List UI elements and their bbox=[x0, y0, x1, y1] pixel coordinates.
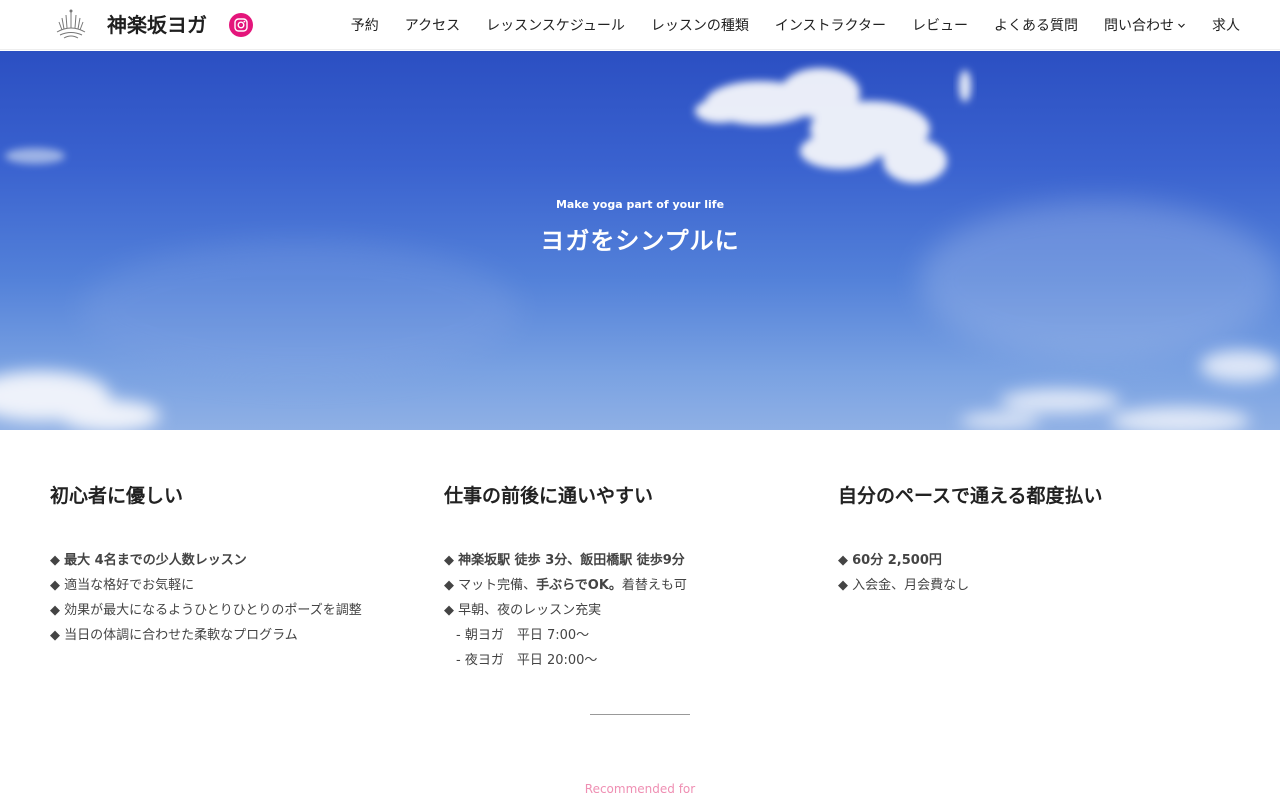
feature-list: ◆ 最大 4名までの少人数レッスン ◆ 適当な格好でお気軽に ◆ 効果が最大にな… bbox=[50, 548, 420, 648]
nav-item-schedule[interactable]: レッスンスケジュール bbox=[486, 0, 625, 50]
lotus-logo-icon[interactable] bbox=[52, 6, 90, 44]
section-divider bbox=[590, 714, 690, 715]
nav-item-contact[interactable]: 問い合わせ bbox=[1104, 0, 1186, 50]
nav-item-reviews[interactable]: レビュー bbox=[912, 0, 968, 50]
nav-item-lesson-types[interactable]: レッスンの種類 bbox=[651, 0, 749, 50]
feature-easy-commute: 仕事の前後に通いやすい ◆ 神楽坂駅 徒歩 3分、飯田橋駅 徒歩9分 ◆ マット… bbox=[444, 482, 814, 673]
list-item: ◆ 神楽坂駅 徒歩 3分、飯田橋駅 徒歩9分 bbox=[444, 548, 814, 573]
recommended-for-label: Recommended for bbox=[584, 782, 696, 796]
list-item-bold: 神楽坂駅 徒歩 3分、飯田橋駅 徒歩9分 bbox=[458, 553, 685, 568]
list-item-bold: 60分 2,500円 bbox=[852, 553, 942, 568]
list-item-text: マット完備、 bbox=[458, 578, 537, 593]
site-title[interactable]: 神楽坂ヨガ bbox=[107, 10, 207, 40]
hero-subtitle: Make yoga part of your life bbox=[555, 198, 725, 211]
feature-heading: 自分のペースで通える都度払い bbox=[838, 485, 1103, 507]
nav-item-instructors[interactable]: インストラクター bbox=[775, 0, 886, 50]
main-nav: 予約 アクセス レッスンスケジュール レッスンの種類 インストラクター レビュー… bbox=[351, 0, 1240, 50]
feature-heading: 仕事の前後に通いやすい bbox=[444, 485, 654, 507]
list-item: ◆ 入会金、月会費なし bbox=[838, 573, 1208, 598]
list-item: ◆ マット完備、手ぶらでOK。着替えも可 bbox=[444, 573, 814, 598]
list-item: ◆ 最大 4名までの少人数レッスン bbox=[50, 548, 420, 573]
diamond-bullet: ◆ bbox=[50, 553, 65, 568]
feature-pay-per-visit: 自分のペースで通える都度払い ◆ 60分 2,500円 ◆ 入会金、月会費なし bbox=[838, 482, 1208, 598]
diamond-bullet: ◆ bbox=[444, 603, 459, 618]
feature-list: ◆ 60分 2,500円 ◆ 入会金、月会費なし bbox=[838, 548, 1208, 598]
list-item: - 夜ヨガ 平日 20:00〜 bbox=[456, 653, 598, 668]
site-header: 神楽坂ヨガ 予約 アクセス レッスンスケジュール レッスンの種類 インストラクタ… bbox=[0, 0, 1280, 50]
list-item: ◆ 効果が最大になるようひとりひとりのポーズを調整 bbox=[50, 598, 420, 623]
list-item: - 朝ヨガ 平日 7:00〜 bbox=[456, 628, 590, 643]
list-item-text: 適当な格好でお気軽に bbox=[64, 578, 195, 593]
diamond-bullet: ◆ bbox=[50, 603, 65, 618]
nav-item-access[interactable]: アクセス bbox=[405, 0, 460, 50]
list-item: ◆ 早朝、夜のレッスン充実 bbox=[444, 598, 814, 623]
feature-list: ◆ 神楽坂駅 徒歩 3分、飯田橋駅 徒歩9分 ◆ マット完備、手ぶらでOK。着替… bbox=[444, 548, 814, 673]
nav-item-contact-label: 問い合わせ bbox=[1104, 18, 1174, 34]
hero-title: ヨガをシンプルに bbox=[540, 227, 740, 255]
diamond-bullet: ◆ bbox=[838, 553, 853, 568]
list-item-text: 当日の体調に合わせた柔軟なプログラム bbox=[64, 628, 298, 643]
list-item-text: 着替えも可 bbox=[621, 578, 687, 593]
list-item-text: 効果が最大になるようひとりひとりのポーズを調整 bbox=[64, 603, 362, 618]
diamond-bullet: ◆ bbox=[50, 628, 65, 643]
diamond-bullet: ◆ bbox=[444, 553, 459, 568]
list-item-bold: 最大 4名までの少人数レッスン bbox=[64, 553, 247, 568]
nav-item-jobs[interactable]: 求人 bbox=[1212, 0, 1240, 50]
list-item-bold: 手ぶらでOK。 bbox=[536, 578, 622, 593]
diamond-bullet: ◆ bbox=[444, 578, 459, 593]
nav-item-reservation[interactable]: 予約 bbox=[351, 0, 379, 50]
list-item-text: 入会金、月会費なし bbox=[852, 578, 970, 593]
diamond-bullet: ◆ bbox=[50, 578, 65, 593]
list-item-text: 早朝、夜のレッスン充実 bbox=[458, 603, 602, 618]
chevron-down-icon bbox=[1178, 23, 1185, 28]
list-item: ◆ 60分 2,500円 bbox=[838, 548, 1208, 573]
instagram-icon[interactable] bbox=[229, 13, 253, 37]
feature-beginner-friendly: 初心者に優しい ◆ 最大 4名までの少人数レッスン ◆ 適当な格好でお気軽に ◆… bbox=[50, 482, 420, 648]
nav-item-faq[interactable]: よくある質問 bbox=[994, 0, 1078, 50]
list-item: ◆ 当日の体調に合わせた柔軟なプログラム bbox=[50, 623, 420, 648]
diamond-bullet: ◆ bbox=[838, 578, 853, 593]
hero-banner: Make yoga part of your life ヨガをシンプルに bbox=[0, 51, 1280, 430]
list-item: ◆ 適当な格好でお気軽に bbox=[50, 573, 420, 598]
feature-heading: 初心者に優しい bbox=[50, 485, 184, 507]
